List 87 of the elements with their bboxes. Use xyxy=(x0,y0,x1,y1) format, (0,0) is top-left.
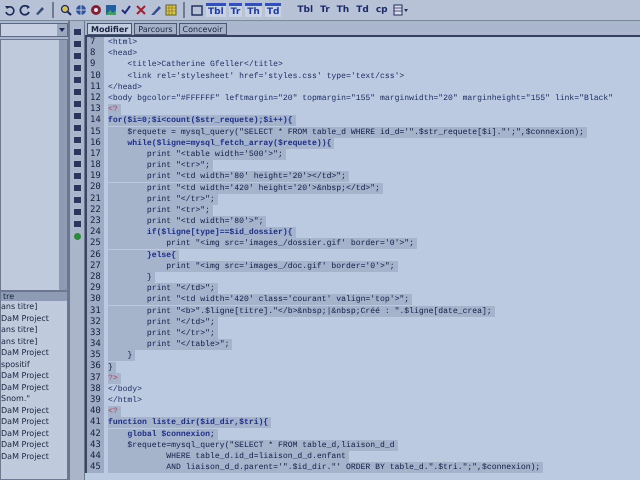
list-item[interactable]: DaM Project xyxy=(1,382,67,393)
line-number: 30 xyxy=(85,294,104,306)
list-item[interactable]: ans titre] xyxy=(1,301,67,312)
code-line: <link rel='stylesheet' href='styles.css' type='text/css'> xyxy=(126,70,406,82)
line-number: 24 xyxy=(85,227,104,238)
line-number: 10 xyxy=(85,70,104,82)
line-number: 35 xyxy=(85,350,104,362)
line-number: 8 xyxy=(85,48,104,60)
table-tag-button[interactable]: Th xyxy=(245,3,262,17)
grid-icon[interactable] xyxy=(165,4,177,16)
line-number: 36 xyxy=(85,361,104,373)
dropdown-field[interactable] xyxy=(0,23,68,37)
list-item[interactable]: DaM Project xyxy=(1,347,67,358)
list-item[interactable]: DaM Project xyxy=(1,416,67,428)
line-number: 31 xyxy=(85,306,104,317)
table-tag-button[interactable]: Tbl xyxy=(206,3,226,17)
line-number: 28 xyxy=(85,272,104,284)
line-number: 14 xyxy=(85,115,104,126)
line-number: 39 xyxy=(85,395,104,406)
code-line: <html> xyxy=(108,37,138,48)
line-number: 7 xyxy=(85,37,104,48)
scrollbar[interactable] xyxy=(59,40,67,290)
search-icon[interactable] xyxy=(60,4,72,16)
cross-icon[interactable] xyxy=(135,4,147,16)
line-number: 23 xyxy=(85,216,104,228)
tab[interactable]: Modifier xyxy=(87,23,132,35)
window-icon[interactable] xyxy=(191,4,203,16)
table-tag-button[interactable]: Tr xyxy=(228,3,242,17)
tag-button[interactable]: Tr xyxy=(318,5,332,15)
code-line: <title>Catherine Gfeller</title> xyxy=(126,59,284,70)
code-line: </html> xyxy=(108,395,143,406)
list-item[interactable]: DaM Project xyxy=(1,428,67,439)
list-item[interactable]: DaM Project xyxy=(1,404,67,416)
table-tag-button[interactable]: Td xyxy=(264,3,282,17)
line-number: 25 xyxy=(85,238,104,250)
line-number: 41 xyxy=(85,417,104,429)
undo-icon[interactable] xyxy=(4,4,16,16)
tag-button[interactable]: Th xyxy=(334,5,352,15)
caret-icon xyxy=(57,24,67,36)
checkmark-icon[interactable] xyxy=(120,4,132,16)
list-item[interactable]: DaM Project xyxy=(1,312,67,324)
line-number: 21 xyxy=(85,194,104,205)
tag-button[interactable]: Tbl xyxy=(295,5,316,15)
line-number: 17 xyxy=(85,148,104,160)
line-number: 37 xyxy=(85,372,104,384)
line-number: 40 xyxy=(85,406,104,418)
table-dropdown-icon[interactable] xyxy=(392,4,409,16)
line-number: 9 xyxy=(85,59,104,71)
line-number: 45 xyxy=(85,462,104,474)
list-item[interactable]: DaM Project xyxy=(1,450,67,462)
line-number: 34 xyxy=(85,339,104,350)
line-number: 11 xyxy=(85,82,104,93)
tag-button[interactable]: cp xyxy=(374,5,390,15)
tag-button[interactable]: Td xyxy=(354,5,371,15)
line-number: 18 xyxy=(85,160,104,172)
list-item[interactable]: ans titre] xyxy=(1,336,67,347)
line-number: 16 xyxy=(85,138,104,149)
line-number: 29 xyxy=(85,283,104,294)
line-number: 33 xyxy=(85,328,104,340)
line-number: 27 xyxy=(85,260,104,272)
list-item[interactable]: Snom." xyxy=(1,393,67,404)
column-header: tre xyxy=(1,292,67,301)
line-number: 44 xyxy=(85,450,104,462)
tab[interactable]: Parcours xyxy=(134,23,177,35)
code-line: <head> xyxy=(108,48,138,60)
line-number: 13 xyxy=(85,104,104,116)
line-number: 26 xyxy=(85,250,104,261)
line-number: 20 xyxy=(85,182,104,194)
tab[interactable]: Concevoir xyxy=(178,23,227,35)
list-item[interactable]: DaM Project xyxy=(1,439,67,450)
list-item[interactable]: spositif xyxy=(1,358,67,370)
refresh-icon[interactable] xyxy=(19,4,31,16)
line-number: 38 xyxy=(85,384,104,395)
list-item[interactable]: ans titre] xyxy=(1,324,67,336)
line-number: 22 xyxy=(85,204,104,216)
image-icon[interactable] xyxy=(105,4,117,16)
line-number: 12 xyxy=(85,92,104,104)
line-number: 15 xyxy=(85,126,104,138)
line-number: 19 xyxy=(85,171,104,182)
line-number: 42 xyxy=(85,428,104,440)
list-item[interactable]: DaM Project xyxy=(1,370,67,382)
line-number: 43 xyxy=(85,440,104,451)
line-number: 32 xyxy=(85,316,104,328)
pencil-icon[interactable] xyxy=(150,4,162,16)
code-line: </body> xyxy=(108,384,143,395)
code-line: </head> xyxy=(108,82,143,93)
code-line: <body bgcolor="#FFFFFF" leftmargin="20" topmargin="155" marginwidth="20" marginheight="155" link="Black" xyxy=(108,93,614,104)
